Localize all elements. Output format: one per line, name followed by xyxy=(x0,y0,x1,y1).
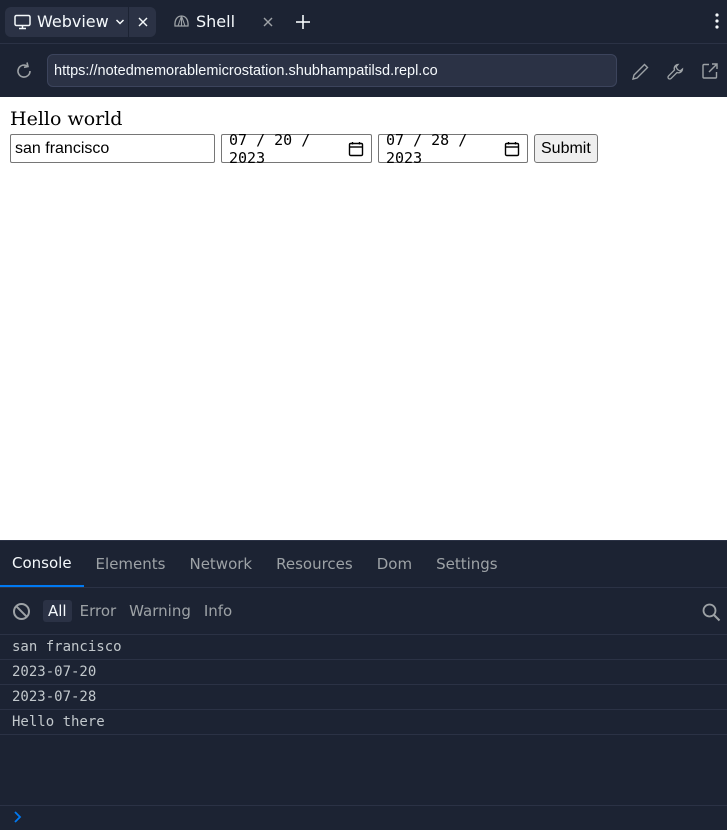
submit-button[interactable]: Submit xyxy=(534,134,598,163)
filter-all[interactable]: All xyxy=(43,600,72,622)
page-heading: Hello world xyxy=(10,108,123,130)
tab-elements[interactable]: Elements xyxy=(84,541,178,587)
console-input[interactable] xyxy=(0,805,727,830)
calendar-icon[interactable] xyxy=(348,141,364,157)
devtools-panel: Console Elements Network Resources Dom S… xyxy=(0,540,727,830)
more-options-icon[interactable] xyxy=(715,12,719,34)
external-link-icon[interactable] xyxy=(701,62,719,85)
tab-shell-label: Shell xyxy=(196,12,236,31)
tab-shell[interactable]: Shell xyxy=(164,7,281,37)
start-date-input[interactable]: 07 / 20 / 2023 xyxy=(221,131,372,167)
filter-error[interactable]: Error xyxy=(75,600,122,622)
tab-resources[interactable]: Resources xyxy=(264,541,365,587)
tab-dom[interactable]: Dom xyxy=(365,541,424,587)
edit-icon[interactable] xyxy=(631,62,650,85)
devtools-tabs: Console Elements Network Resources Dom S… xyxy=(0,540,727,588)
filter-warning[interactable]: Warning xyxy=(124,600,196,622)
search-icon[interactable] xyxy=(702,603,721,626)
close-icon xyxy=(138,17,147,26)
add-tab-button[interactable] xyxy=(295,14,311,30)
console-log-line: 2023-07-20 xyxy=(0,660,727,685)
monitor-icon xyxy=(13,13,31,31)
tab-bar: Webview Shell xyxy=(0,0,727,44)
calendar-icon[interactable] xyxy=(504,141,520,157)
clear-console-icon[interactable] xyxy=(12,602,31,621)
close-icon xyxy=(263,17,273,26)
url-tools xyxy=(631,62,719,85)
reload-icon[interactable] xyxy=(14,61,34,85)
city-input[interactable]: san francisco xyxy=(10,134,215,163)
end-date-input[interactable]: 07 / 28 / 2023 xyxy=(378,131,528,167)
url-input[interactable]: https://notedmemorablemicrostation.shubh… xyxy=(47,54,617,87)
console-log-line: san francisco xyxy=(0,635,727,660)
wrench-icon[interactable] xyxy=(666,62,685,85)
tab-network[interactable]: Network xyxy=(177,541,264,587)
console-filter-bar: All Error Warning Info xyxy=(0,588,727,635)
webview-content: Hello world san francisco 07 / 20 / 2023… xyxy=(0,97,727,540)
tab-webview-label: Webview xyxy=(37,12,109,31)
tab-console[interactable]: Console xyxy=(0,541,84,587)
search-form: san francisco 07 / 20 / 2023 07 / 28 / 2… xyxy=(10,131,598,167)
chevron-down-icon[interactable] xyxy=(115,17,125,27)
tab-settings[interactable]: Settings xyxy=(424,541,510,587)
console-log-line: Hello there xyxy=(0,710,727,735)
close-tab-shell-button[interactable] xyxy=(263,17,273,27)
chevron-right-icon xyxy=(13,809,23,828)
console-log-line: 2023-07-28 xyxy=(0,685,727,710)
filter-info[interactable]: Info xyxy=(199,600,237,622)
shell-icon xyxy=(172,13,190,31)
plus-icon xyxy=(296,14,311,29)
end-date-value: 07 / 28 / 2023 xyxy=(386,130,468,167)
tab-webview[interactable]: Webview xyxy=(5,6,156,37)
url-bar: https://notedmemorablemicrostation.shubh… xyxy=(0,44,727,97)
close-tab-webview-button[interactable] xyxy=(128,6,156,37)
start-date-value: 07 / 20 / 2023 xyxy=(229,130,311,167)
